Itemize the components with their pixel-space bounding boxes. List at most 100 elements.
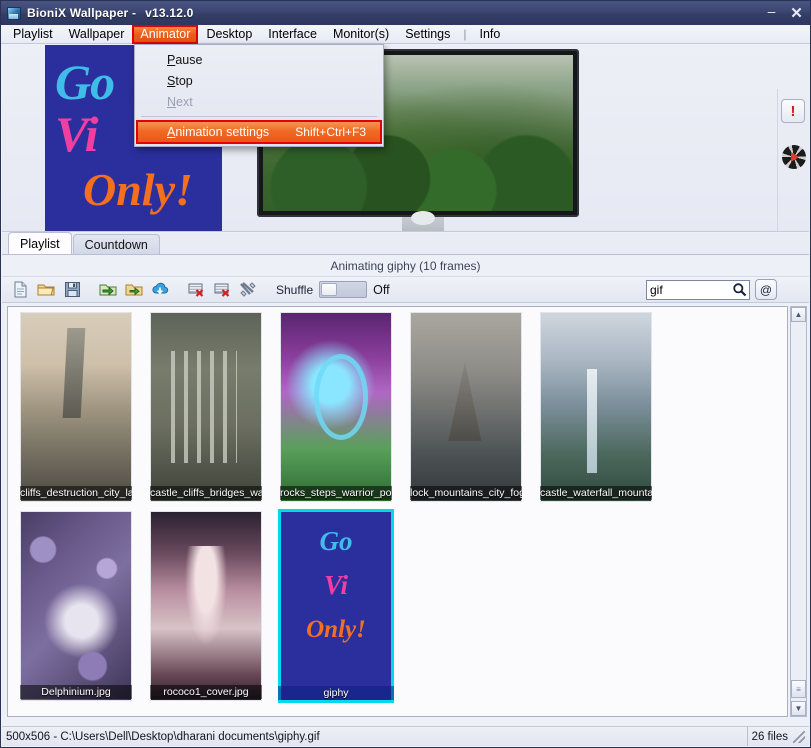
thumbnail-image: [280, 312, 392, 502]
playlist-thumbnail-grid: cliffs_destruction_city_lan castle_cliff…: [7, 306, 788, 717]
tab-bar: Playlist Countdown: [2, 233, 809, 255]
thumbnail-item[interactable]: castle_waterfall_mountai: [532, 310, 659, 505]
add-folder-icon[interactable]: [122, 279, 146, 301]
shuffle-toggle[interactable]: [319, 281, 367, 298]
scroll-down-icon[interactable]: ▼: [791, 701, 806, 716]
thumbnail-image: [150, 511, 262, 701]
thumbnail-image: [410, 312, 522, 502]
thumbnail-item[interactable]: Delphinium.jpg: [12, 509, 139, 704]
thumbnail-item[interactable]: rocks_steps_warrior_por: [272, 310, 399, 505]
menu-monitors[interactable]: Monitor(s): [325, 25, 397, 44]
thumbnail-item[interactable]: lock_mountains_city_fog: [402, 310, 529, 505]
thumbnail-item[interactable]: castle_cliffs_bridges_wat: [142, 310, 269, 505]
bionix-wallpaper-window: BioniX Wallpaper - v13.12.0 – ✕ Playlist…: [0, 0, 811, 748]
thumbnail-image: [20, 312, 132, 502]
animator-dropdown-menu: Pause Stop Next Animation settings Shift…: [134, 44, 384, 147]
search-box[interactable]: [646, 280, 750, 300]
title-bar: BioniX Wallpaper - v13.12.0 – ✕: [1, 1, 810, 25]
exclamation-icon[interactable]: !: [781, 99, 805, 123]
new-file-icon[interactable]: [8, 279, 32, 301]
menu-wallpaper[interactable]: Wallpaper: [61, 25, 133, 44]
tab-playlist[interactable]: Playlist: [8, 232, 72, 254]
menu-item-stop[interactable]: Stop: [135, 70, 383, 91]
status-bar: 500x506 - C:\Users\Dell\Desktop\dharani …: [2, 726, 809, 746]
menu-item-pause-mnemonic: P: [167, 53, 175, 67]
menu-interface[interactable]: Interface: [260, 25, 325, 44]
menu-desktop[interactable]: Desktop: [198, 25, 260, 44]
thumbnail-caption: rococo1_cover.jpg: [150, 685, 262, 699]
gif-text-line-2: Vi: [55, 105, 97, 163]
playlist-toolbar: Shuffle Off @: [2, 276, 809, 303]
grid-vertical-scrollbar[interactable]: ▲ ≡ ▼: [790, 306, 807, 717]
gif-text-line-1: Go: [55, 53, 114, 111]
status-file-count-label: 26 files: [752, 731, 788, 743]
thumbnail-image: [20, 511, 132, 701]
import-arrow-icon[interactable]: [96, 279, 120, 301]
search-input[interactable]: [650, 283, 732, 297]
thumbnail-list: cliffs_destruction_city_lan castle_cliff…: [8, 307, 787, 708]
thumbnail-caption: castle_waterfall_mountai: [540, 486, 652, 500]
wallpaper-preview-area: Go Vi Only! ▶▶| Pause Stop Next !: [2, 45, 809, 232]
thumbnail-image: [540, 312, 652, 502]
menu-playlist[interactable]: Playlist: [5, 25, 61, 44]
open-folder-icon[interactable]: [34, 279, 58, 301]
menu-item-next: Next: [135, 91, 383, 112]
thumbnail-caption: cliffs_destruction_city_lan: [20, 486, 132, 500]
thumbnail-item[interactable]: rococo1_cover.jpg: [142, 509, 269, 704]
minimize-button[interactable]: –: [760, 2, 783, 24]
resize-grip-icon[interactable]: [793, 731, 805, 743]
menu-item-stop-mnemonic: S: [167, 74, 175, 88]
menu-separator: |: [458, 27, 471, 41]
menu-info[interactable]: Info: [472, 25, 509, 44]
scroll-up-icon[interactable]: ▲: [791, 307, 806, 322]
menu-item-animation-settings[interactable]: Animation settings Shift+Ctrl+F3: [136, 120, 382, 144]
shuffle-toggle-knob: [321, 283, 337, 296]
thumbnail-image: [150, 312, 262, 502]
menu-item-pause[interactable]: Pause: [135, 49, 383, 70]
cloud-download-icon[interactable]: [148, 279, 172, 301]
shuffle-label: Shuffle: [276, 283, 313, 297]
shuffle-control[interactable]: Shuffle Off: [276, 281, 390, 298]
thumbnail-caption: castle_cliffs_bridges_wat: [150, 486, 262, 500]
menu-item-animation-settings-label: nimation settings: [175, 125, 269, 139]
scrollbar-thumb[interactable]: ≡: [791, 680, 806, 698]
shuffle-state-label: Off: [373, 283, 389, 297]
menu-item-pause-label: ause: [175, 53, 202, 67]
app-logo-icon: [7, 7, 21, 20]
gif-thumb-line-1: Go: [281, 526, 391, 557]
animation-status-text: Animating giphy (10 frames): [2, 256, 809, 276]
menu-item-animation-settings-shortcut: Shift+Ctrl+F3: [295, 125, 366, 139]
menu-animator[interactable]: Animator: [132, 25, 198, 44]
app-version: v13.12.0: [145, 6, 193, 20]
menu-item-animation-settings-mnemonic: A: [167, 125, 175, 139]
menu-item-stop-label: top: [175, 74, 192, 88]
gif-thumb-line-3: Only!: [281, 616, 391, 644]
menu-bar: Playlist Wallpaper Animator Desktop Inte…: [1, 25, 810, 44]
save-disk-icon[interactable]: [60, 279, 84, 301]
thumbnail-item[interactable]: cliffs_destruction_city_lan: [12, 310, 139, 505]
window-controls: – ✕: [760, 1, 808, 25]
menu-item-next-label: ext: [176, 95, 193, 109]
status-file-count: 26 files: [747, 727, 809, 746]
animation-disc-icon[interactable]: [782, 145, 806, 169]
tab-countdown[interactable]: Countdown: [73, 234, 160, 254]
thumbnail-caption: giphy: [278, 686, 394, 700]
delete-entry-icon[interactable]: [184, 279, 208, 301]
close-button[interactable]: ✕: [785, 2, 808, 24]
wrench-tools-icon[interactable]: [236, 279, 260, 301]
thumbnail-image: Go Vi Only!: [278, 509, 394, 703]
status-file-path: 500x506 - C:\Users\Dell\Desktop\dharani …: [2, 731, 747, 743]
search-area: @: [646, 279, 777, 300]
clear-list-icon[interactable]: [210, 279, 234, 301]
window-title: BioniX Wallpaper -: [27, 6, 136, 20]
online-search-button[interactable]: @: [755, 279, 777, 300]
thumbnail-item-selected[interactable]: Go Vi Only! giphy: [272, 509, 399, 704]
menu-divider: [141, 116, 377, 117]
magnifier-icon[interactable]: [732, 281, 747, 299]
thumbnail-caption: rocks_steps_warrior_por: [280, 486, 392, 500]
gif-thumb-line-2: Vi: [281, 570, 391, 601]
menu-item-next-mnemonic: N: [167, 95, 176, 109]
preview-side-rail: !: [777, 89, 807, 232]
menu-settings[interactable]: Settings: [397, 25, 458, 44]
gif-text-line-3: Only!: [83, 163, 193, 216]
